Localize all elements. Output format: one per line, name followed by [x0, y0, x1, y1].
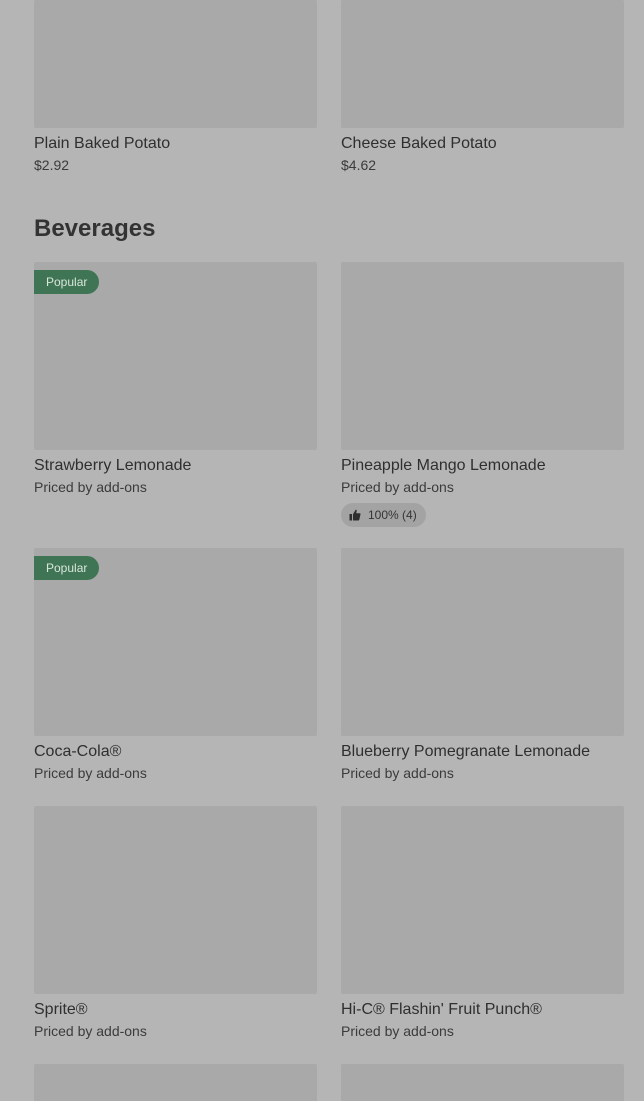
item-image — [341, 262, 624, 450]
popular-badge: Popular — [34, 270, 100, 294]
item-price: Priced by add-ons — [341, 1023, 454, 1039]
rating-badge: 100% (4) — [341, 503, 426, 527]
menu-item-partial[interactable] — [34, 1064, 317, 1101]
item-name: Coca-Cola® — [34, 743, 122, 760]
menu-item-pineapple-mango-lemonade[interactable]: Pineapple Mango Lemonade Priced by add-o… — [341, 262, 624, 527]
item-image — [341, 806, 624, 994]
item-image — [341, 1064, 624, 1101]
item-price: Priced by add-ons — [341, 479, 454, 495]
item-name: Sprite® — [34, 1001, 88, 1018]
section-title-beverages: Beverages — [34, 215, 156, 242]
item-price: Priced by add-ons — [341, 765, 454, 781]
item-image: Popular — [34, 262, 317, 450]
popular-badge: Popular — [34, 556, 100, 580]
menu-item-plain-baked-potato[interactable]: Plain Baked Potato $2.92 — [34, 0, 317, 175]
item-price: Priced by add-ons — [34, 765, 147, 781]
rating-text: 100% (4) — [368, 508, 417, 522]
item-image — [34, 1064, 317, 1101]
item-image — [34, 0, 317, 128]
item-name: Strawberry Lemonade — [34, 457, 192, 474]
menu-item-strawberry-lemonade[interactable]: Popular Strawberry Lemonade Priced by ad… — [34, 262, 317, 497]
menu-item-hi-c-flashin-fruit-punch[interactable]: Hi-C® Flashin' Fruit Punch® Priced by ad… — [341, 806, 624, 1041]
item-name: Pineapple Mango Lemonade — [341, 457, 546, 474]
item-image — [34, 806, 317, 994]
menu-item-partial[interactable] — [341, 1064, 624, 1101]
item-name: Hi-C® Flashin' Fruit Punch® — [341, 1001, 542, 1018]
thumbs-up-icon — [349, 509, 361, 521]
item-price: $4.62 — [341, 157, 377, 173]
menu-page: Plain Baked Potato $2.92 Cheese Baked Po… — [0, 0, 644, 1101]
item-image — [341, 0, 624, 128]
menu-item-blueberry-pomegranate-lemonade[interactable]: Blueberry Pomegranate Lemonade Priced by… — [341, 548, 624, 783]
item-price: Priced by add-ons — [34, 479, 147, 495]
item-name: Cheese Baked Potato — [341, 135, 497, 152]
item-name: Plain Baked Potato — [34, 135, 171, 152]
menu-item-sprite[interactable]: Sprite® Priced by add-ons — [34, 806, 317, 1041]
item-name: Blueberry Pomegranate Lemonade — [341, 743, 591, 760]
item-image: Popular — [34, 548, 317, 736]
item-price: $2.92 — [34, 157, 70, 173]
menu-item-cheese-baked-potato[interactable]: Cheese Baked Potato $4.62 — [341, 0, 624, 175]
menu-item-coca-cola[interactable]: Popular Coca-Cola® Priced by add-ons — [34, 548, 317, 783]
item-price: Priced by add-ons — [34, 1023, 147, 1039]
item-image — [341, 548, 624, 736]
